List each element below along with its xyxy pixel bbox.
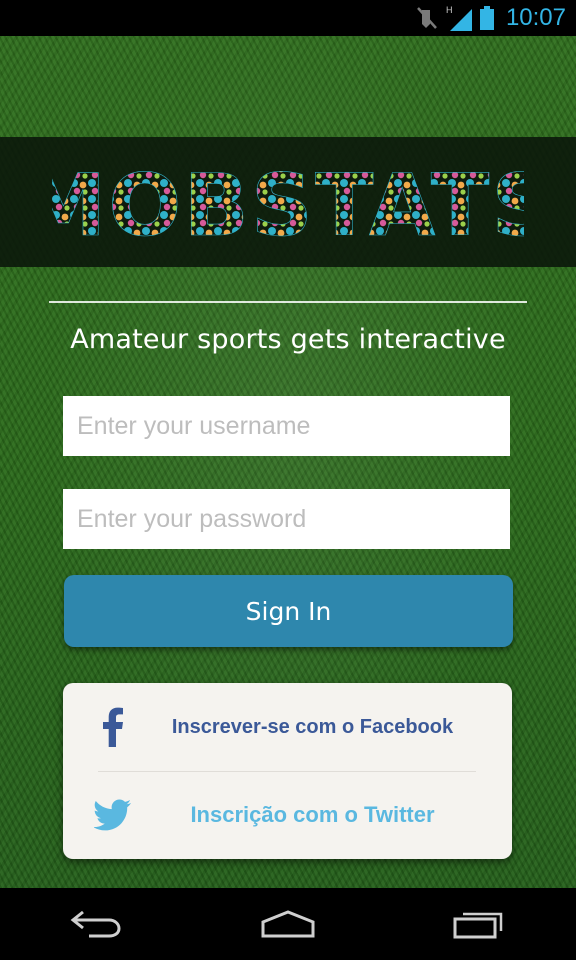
tagline: Amateur sports gets interactive: [70, 324, 506, 355]
mobstats-logo: MOBSTATS: [52, 163, 524, 243]
facebook-signup-label: Inscrever-se com o Facebook: [171, 715, 454, 738]
recent-apps-button[interactable]: [430, 894, 530, 954]
home-button[interactable]: [238, 894, 338, 954]
logo-banner: MOBSTATS: [0, 137, 576, 267]
sign-in-button[interactable]: Sign In: [64, 575, 513, 647]
username-input[interactable]: [63, 396, 510, 456]
back-button[interactable]: [46, 894, 146, 954]
svg-text:H: H: [446, 5, 453, 15]
password-input[interactable]: [63, 489, 510, 549]
divider-line: [49, 301, 527, 303]
facebook-signup-button[interactable]: Inscrever-se com o Facebook: [63, 683, 512, 771]
back-icon: [70, 910, 121, 938]
social-signin-card: Inscrever-se com o Facebook Inscrição co…: [63, 683, 512, 859]
signal-icon: H: [446, 5, 472, 31]
mute-icon: [417, 7, 437, 29]
battery-icon: [479, 6, 494, 30]
recent-apps-icon: [453, 912, 503, 939]
svg-text:MOBSTATS: MOBSTATS: [52, 163, 524, 243]
status-bar: H 10:07: [0, 0, 576, 36]
clock: 10:07: [505, 4, 566, 31]
twitter-signup-button[interactable]: Inscrição com o Twitter: [63, 771, 512, 859]
home-icon: [261, 910, 315, 938]
navigation-bar: [0, 888, 576, 960]
login-screen: MOBSTATS Amateur sports gets interactive…: [0, 36, 576, 888]
twitter-signup-label: Inscrição com o Twitter: [190, 802, 435, 827]
